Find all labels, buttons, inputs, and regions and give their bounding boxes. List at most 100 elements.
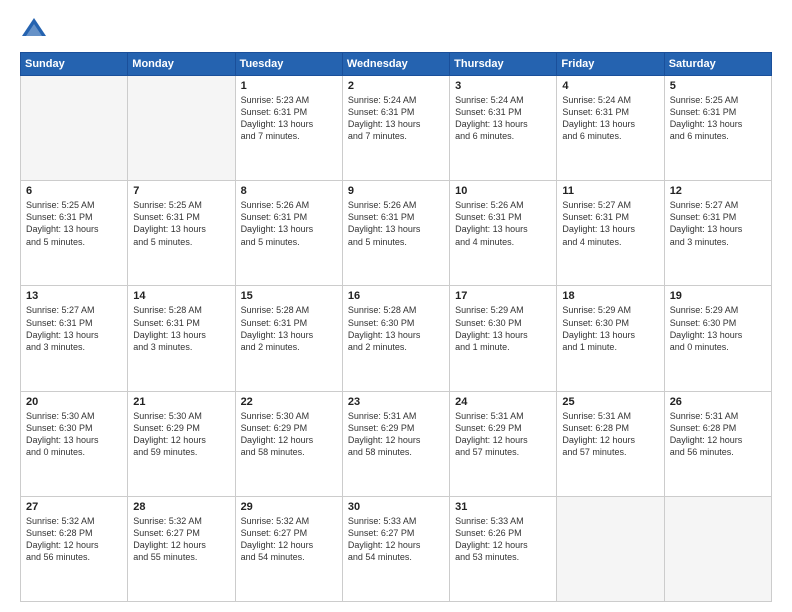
cell-sun-info: Sunrise: 5:24 AM Sunset: 6:31 PM Dayligh… [562, 94, 658, 143]
cell-sun-info: Sunrise: 5:28 AM Sunset: 6:31 PM Dayligh… [133, 304, 229, 353]
calendar-header-tuesday: Tuesday [235, 53, 342, 76]
day-number: 27 [26, 501, 122, 513]
calendar-cell: 6 Sunrise: 5:25 AM Sunset: 6:31 PM Daylig… [21, 181, 128, 286]
calendar-header-row: SundayMondayTuesdayWednesdayThursdayFrid… [21, 53, 772, 76]
cell-sun-info: Sunrise: 5:25 AM Sunset: 6:31 PM Dayligh… [670, 94, 766, 143]
calendar-week-row: 1Sunrise: 5:23 AM Sunset: 6:31 PM Daylig… [21, 76, 772, 181]
calendar-cell: 1Sunrise: 5:23 AM Sunset: 6:31 PM Daylig… [235, 76, 342, 181]
day-number: 21 [133, 396, 229, 408]
day-number: 22 [241, 396, 337, 408]
calendar-cell: 24 Sunrise: 5:31 AM Sunset: 6:29 PM Dayli… [450, 391, 557, 496]
cell-sun-info: Sunrise: 5:28 AM Sunset: 6:31 PM Dayligh… [241, 304, 337, 353]
day-number: 23 [348, 396, 444, 408]
calendar-cell: 4Sunrise: 5:24 AM Sunset: 6:31 PM Daylig… [557, 76, 664, 181]
day-number: 10 [455, 185, 551, 197]
calendar-cell: 29 Sunrise: 5:32 AM Sunset: 6:27 PM Dayli… [235, 496, 342, 601]
calendar-cell: 9Sunrise: 5:26 AM Sunset: 6:31 PM Daylig… [342, 181, 449, 286]
calendar-header-sunday: Sunday [21, 53, 128, 76]
calendar-cell: 2 Sunrise: 5:24 AM Sunset: 6:31 PM Daylig… [342, 76, 449, 181]
calendar-header-monday: Monday [128, 53, 235, 76]
day-number: 26 [670, 396, 766, 408]
day-number: 17 [455, 290, 551, 302]
day-number: 5 [670, 80, 766, 92]
cell-sun-info: Sunrise: 5:27 AM Sunset: 6:31 PM Dayligh… [26, 304, 122, 353]
calendar-cell [664, 496, 771, 601]
cell-sun-info: Sunrise: 5:32 AM Sunset: 6:28 PM Dayligh… [26, 515, 122, 564]
day-number: 9 [348, 185, 444, 197]
cell-sun-info: Sunrise: 5:29 AM Sunset: 6:30 PM Dayligh… [455, 304, 551, 353]
cell-sun-info: Sunrise: 5:33 AM Sunset: 6:26 PM Dayligh… [455, 515, 551, 564]
day-number: 28 [133, 501, 229, 513]
cell-sun-info: Sunrise: 5:32 AM Sunset: 6:27 PM Dayligh… [241, 515, 337, 564]
day-number: 14 [133, 290, 229, 302]
cell-sun-info: Sunrise: 5:31 AM Sunset: 6:28 PM Dayligh… [562, 410, 658, 459]
calendar-cell: 23 Sunrise: 5:31 AM Sunset: 6:29 PM Dayli… [342, 391, 449, 496]
day-number: 3 [455, 80, 551, 92]
calendar-cell: 13 Sunrise: 5:27 AM Sunset: 6:31 PM Dayli… [21, 286, 128, 391]
calendar-cell: 12Sunrise: 5:27 AM Sunset: 6:31 PM Dayli… [664, 181, 771, 286]
day-number: 8 [241, 185, 337, 197]
day-number: 7 [133, 185, 229, 197]
day-number: 13 [26, 290, 122, 302]
cell-sun-info: Sunrise: 5:26 AM Sunset: 6:31 PM Dayligh… [455, 199, 551, 248]
calendar-cell: 14 Sunrise: 5:28 AM Sunset: 6:31 PM Dayli… [128, 286, 235, 391]
calendar-cell [557, 496, 664, 601]
calendar-header-saturday: Saturday [664, 53, 771, 76]
logo [20, 16, 52, 44]
cell-sun-info: Sunrise: 5:31 AM Sunset: 6:29 PM Dayligh… [455, 410, 551, 459]
cell-sun-info: Sunrise: 5:26 AM Sunset: 6:31 PM Dayligh… [241, 199, 337, 248]
calendar-cell: 25 Sunrise: 5:31 AM Sunset: 6:28 PM Dayli… [557, 391, 664, 496]
cell-sun-info: Sunrise: 5:25 AM Sunset: 6:31 PM Dayligh… [26, 199, 122, 248]
calendar-cell: 26Sunrise: 5:31 AM Sunset: 6:28 PM Dayli… [664, 391, 771, 496]
calendar-cell [128, 76, 235, 181]
calendar-week-row: 13 Sunrise: 5:27 AM Sunset: 6:31 PM Dayli… [21, 286, 772, 391]
cell-sun-info: Sunrise: 5:30 AM Sunset: 6:29 PM Dayligh… [133, 410, 229, 459]
day-number: 25 [562, 396, 658, 408]
calendar-cell: 10 Sunrise: 5:26 AM Sunset: 6:31 PM Dayli… [450, 181, 557, 286]
calendar-cell: 22 Sunrise: 5:30 AM Sunset: 6:29 PM Dayli… [235, 391, 342, 496]
cell-sun-info: Sunrise: 5:29 AM Sunset: 6:30 PM Dayligh… [562, 304, 658, 353]
calendar-week-row: 27 Sunrise: 5:32 AM Sunset: 6:28 PM Dayli… [21, 496, 772, 601]
day-number: 18 [562, 290, 658, 302]
calendar-cell: 20 Sunrise: 5:30 AM Sunset: 6:30 PM Dayli… [21, 391, 128, 496]
calendar-header-wednesday: Wednesday [342, 53, 449, 76]
calendar-cell: 17 Sunrise: 5:29 AM Sunset: 6:30 PM Dayli… [450, 286, 557, 391]
cell-sun-info: Sunrise: 5:29 AM Sunset: 6:30 PM Dayligh… [670, 304, 766, 353]
calendar-cell: 30 Sunrise: 5:33 AM Sunset: 6:27 PM Dayli… [342, 496, 449, 601]
cell-sun-info: Sunrise: 5:23 AM Sunset: 6:31 PM Dayligh… [241, 94, 337, 143]
cell-sun-info: Sunrise: 5:25 AM Sunset: 6:31 PM Dayligh… [133, 199, 229, 248]
header [20, 16, 772, 44]
calendar-header-thursday: Thursday [450, 53, 557, 76]
cell-sun-info: Sunrise: 5:30 AM Sunset: 6:30 PM Dayligh… [26, 410, 122, 459]
cell-sun-info: Sunrise: 5:30 AM Sunset: 6:29 PM Dayligh… [241, 410, 337, 459]
calendar-cell [21, 76, 128, 181]
calendar-week-row: 20 Sunrise: 5:30 AM Sunset: 6:30 PM Dayli… [21, 391, 772, 496]
calendar-cell: 27 Sunrise: 5:32 AM Sunset: 6:28 PM Dayli… [21, 496, 128, 601]
cell-sun-info: Sunrise: 5:31 AM Sunset: 6:29 PM Dayligh… [348, 410, 444, 459]
cell-sun-info: Sunrise: 5:33 AM Sunset: 6:27 PM Dayligh… [348, 515, 444, 564]
calendar-cell: 19 Sunrise: 5:29 AM Sunset: 6:30 PM Dayli… [664, 286, 771, 391]
cell-sun-info: Sunrise: 5:27 AM Sunset: 6:31 PM Dayligh… [670, 199, 766, 248]
calendar-cell: 28 Sunrise: 5:32 AM Sunset: 6:27 PM Dayli… [128, 496, 235, 601]
logo-icon [20, 16, 48, 44]
calendar-cell: 11 Sunrise: 5:27 AM Sunset: 6:31 PM Dayli… [557, 181, 664, 286]
day-number: 6 [26, 185, 122, 197]
calendar-table: SundayMondayTuesdayWednesdayThursdayFrid… [20, 52, 772, 602]
cell-sun-info: Sunrise: 5:27 AM Sunset: 6:31 PM Dayligh… [562, 199, 658, 248]
cell-sun-info: Sunrise: 5:32 AM Sunset: 6:27 PM Dayligh… [133, 515, 229, 564]
day-number: 2 [348, 80, 444, 92]
day-number: 31 [455, 501, 551, 513]
day-number: 11 [562, 185, 658, 197]
day-number: 19 [670, 290, 766, 302]
cell-sun-info: Sunrise: 5:24 AM Sunset: 6:31 PM Dayligh… [348, 94, 444, 143]
calendar-cell: 21 Sunrise: 5:30 AM Sunset: 6:29 PM Dayli… [128, 391, 235, 496]
calendar-cell: 7 Sunrise: 5:25 AM Sunset: 6:31 PM Daylig… [128, 181, 235, 286]
day-number: 20 [26, 396, 122, 408]
calendar-cell: 16Sunrise: 5:28 AM Sunset: 6:30 PM Dayli… [342, 286, 449, 391]
day-number: 24 [455, 396, 551, 408]
calendar-cell: 15Sunrise: 5:28 AM Sunset: 6:31 PM Dayli… [235, 286, 342, 391]
day-number: 29 [241, 501, 337, 513]
calendar-cell: 18 Sunrise: 5:29 AM Sunset: 6:30 PM Dayli… [557, 286, 664, 391]
day-number: 30 [348, 501, 444, 513]
page: SundayMondayTuesdayWednesdayThursdayFrid… [0, 0, 792, 612]
